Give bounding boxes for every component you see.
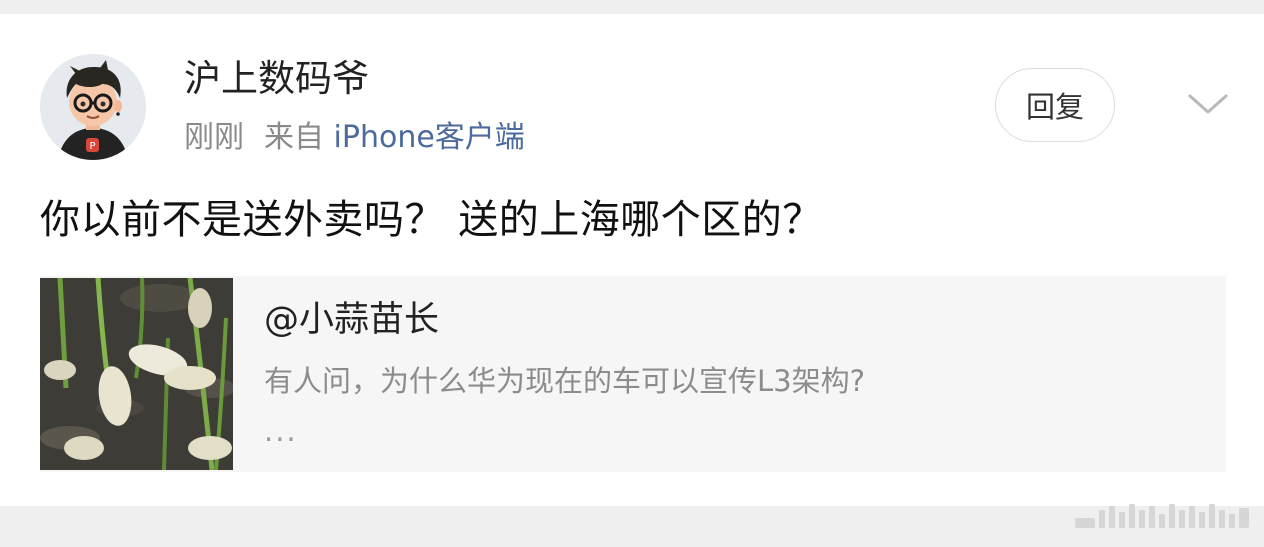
comment-card: P 沪上数码爷 刚刚 来自 iPhone客户端 回复 你以前不是送外卖吗？ 送的… [0, 14, 1264, 506]
comment-text: 你以前不是送外卖吗？ 送的上海哪个区的？ [40, 197, 823, 243]
quoted-ellipsis: ... [264, 414, 298, 448]
comment-meta: 刚刚 来自 iPhone客户端 [184, 118, 525, 158]
from-label: 来自 [264, 120, 324, 155]
source-link[interactable]: iPhone客户端 [334, 120, 525, 155]
username[interactable]: 沪上数码爷 [184, 57, 369, 101]
timestamp: 刚刚 [184, 120, 244, 155]
svg-text:P: P [89, 141, 95, 152]
watermark-stripes-icon [1075, 504, 1249, 528]
quoted-post-thumbnail [40, 278, 233, 470]
quoted-author[interactable]: @小蒜苗长 [264, 298, 439, 342]
quoted-post[interactable]: @小蒜苗长 有人问，为什么华为现在的车可以宣传L3架构? ... [40, 276, 1226, 472]
avatar[interactable]: P [40, 54, 146, 160]
chevron-down-icon[interactable] [1186, 90, 1230, 118]
quoted-text: 有人问，为什么华为现在的车可以宣传L3架构? [264, 364, 866, 398]
reply-button[interactable]: 回复 [995, 68, 1115, 142]
